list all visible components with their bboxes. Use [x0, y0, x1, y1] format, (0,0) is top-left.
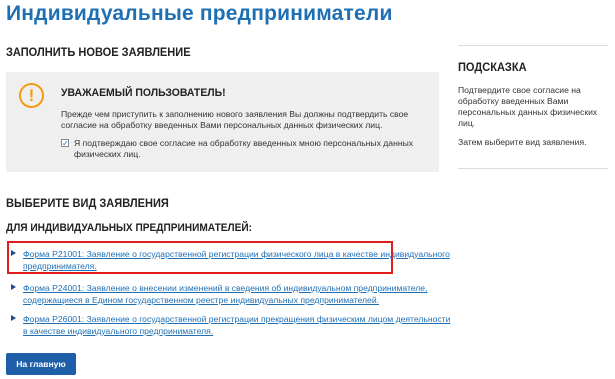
arrow-right-icon	[11, 315, 16, 321]
exclamation-icon: !	[19, 83, 44, 108]
notice-text: Прежде чем приступить к заполнению новог…	[61, 109, 409, 130]
hint-text-1: Подтвердите свое согласие на обработку в…	[458, 85, 598, 128]
form-link-p21001[interactable]: Форма Р21001: Заявление о государственно…	[23, 248, 451, 272]
notice-title: УВАЖАЕМЫЙ ПОЛЬЗОВАТЕЛЬ!	[61, 87, 226, 99]
home-button[interactable]: На главную	[6, 353, 76, 375]
arrow-right-icon	[11, 284, 16, 290]
choose-heading: ВЫБЕРИТЕ ВИД ЗАЯВЛЕНИЯ	[6, 196, 169, 210]
notice-box: ! УВАЖАЕМЫЙ ПОЛЬЗОВАТЕЛЬ! Прежде чем при…	[6, 72, 439, 172]
new-application-heading: ЗАПОЛНИТЬ НОВОЕ ЗАЯВЛЕНИЕ	[6, 45, 191, 59]
form-link-p26001[interactable]: Форма Р26001: Заявление о государственно…	[23, 313, 451, 337]
hint-heading: ПОДСКАЗКА	[458, 60, 527, 74]
hint-text-2: Затем выберите вид заявления.	[458, 137, 587, 147]
page-title: Индивидуальные предприниматели	[6, 2, 393, 25]
form-link-p24001[interactable]: Форма Р24001: Заявление о внесении измен…	[23, 282, 451, 306]
arrow-right-icon	[11, 250, 16, 256]
consent-label: Я подтверждаю свое согласие на обработку…	[74, 138, 414, 159]
hint-divider-top	[458, 45, 608, 46]
consent-checkbox[interactable]: ✓	[61, 139, 69, 148]
choose-subheading: ДЛЯ ИНДИВИДУАЛЬНЫХ ПРЕДПРИНИМАТЕЛЕЙ:	[6, 222, 253, 234]
hint-divider-bottom	[458, 168, 608, 169]
